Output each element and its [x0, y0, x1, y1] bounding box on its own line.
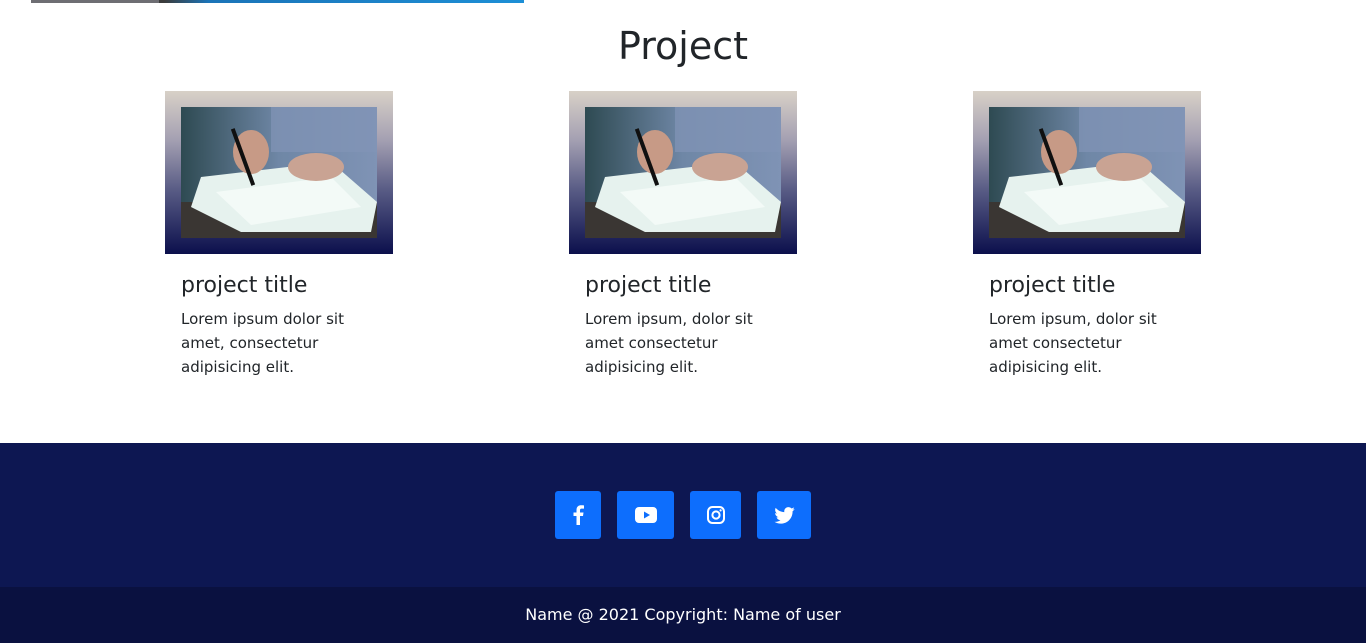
- project-title: project title: [585, 273, 712, 298]
- section-title: Project: [617, 24, 748, 68]
- project-image-frame: [569, 91, 797, 254]
- facebook-icon: [573, 505, 584, 525]
- youtube-button[interactable]: [617, 491, 674, 539]
- project-card[interactable]: project title Lorem ipsum, dolor sit ame…: [569, 91, 797, 376]
- project-image: [989, 107, 1185, 238]
- project-title: project title: [181, 273, 308, 298]
- project-image-frame: [165, 91, 393, 254]
- project-image-frame: [973, 91, 1201, 254]
- copyright-bar: Name @ 2021 Copyright: Name of user: [0, 587, 1366, 643]
- footer: [0, 443, 1366, 587]
- project-description: Lorem ipsum, dolor sit amet consectetur …: [989, 310, 1157, 376]
- header-image-strip: [31, 0, 524, 3]
- project-title: project title: [989, 273, 1116, 298]
- project-image: [181, 107, 377, 238]
- project-description: Lorem ipsum, dolor sit amet consectetur …: [585, 310, 753, 376]
- project-image: [585, 107, 781, 238]
- instagram-button[interactable]: [690, 491, 741, 539]
- twitter-icon: [773, 506, 795, 524]
- project-description: Lorem ipsum dolor sit amet, consectetur …: [181, 310, 344, 376]
- twitter-button[interactable]: [757, 491, 811, 539]
- facebook-button[interactable]: [555, 491, 601, 539]
- instagram-icon: [706, 506, 725, 524]
- page: Project project title Lorem ipsum dolor …: [0, 0, 1366, 643]
- project-card[interactable]: project title Lorem ipsum, dolor sit ame…: [973, 91, 1201, 376]
- project-card[interactable]: project title Lorem ipsum dolor sit amet…: [165, 91, 393, 376]
- youtube-icon: [634, 507, 657, 523]
